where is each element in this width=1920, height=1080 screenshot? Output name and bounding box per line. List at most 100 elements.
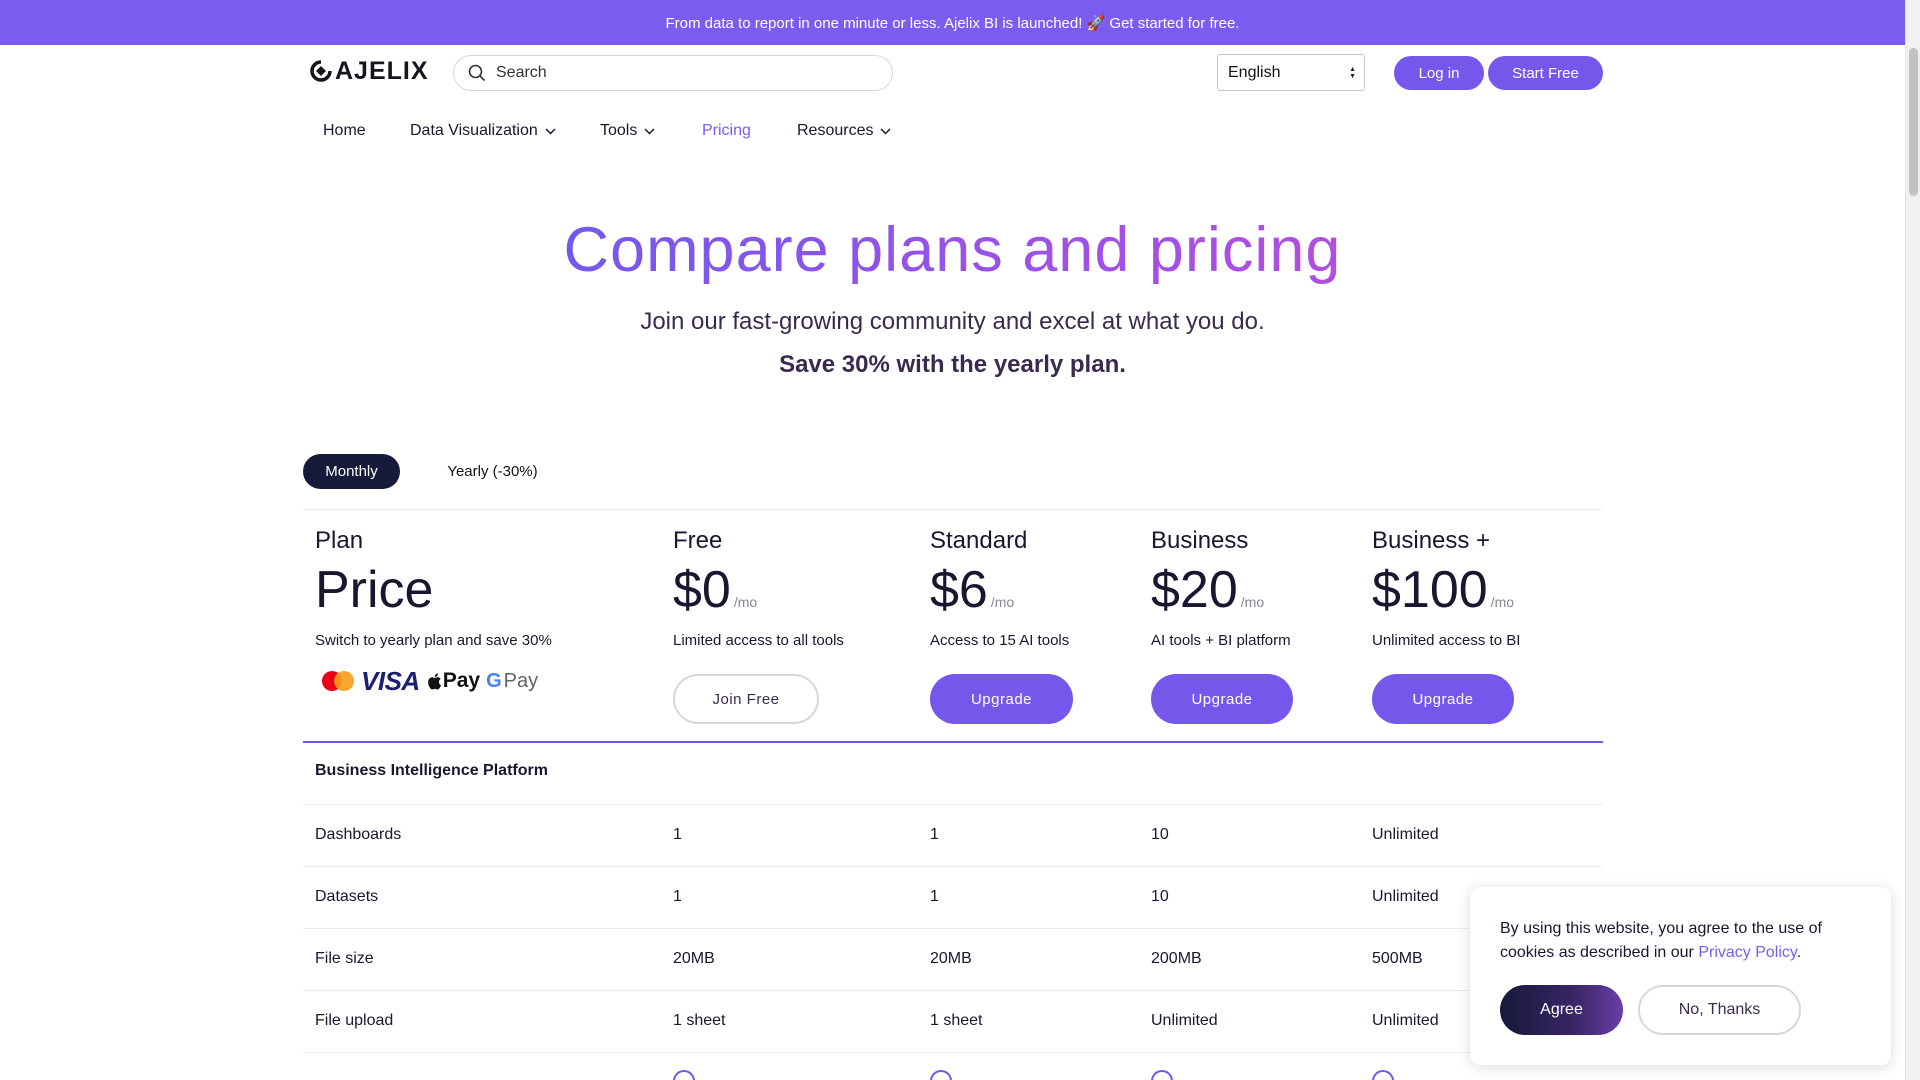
nav-home-label: Home	[323, 122, 366, 139]
language-select[interactable]: English ▲ ▼	[1217, 54, 1365, 91]
upgrade-business-plus-button[interactable]: Upgrade	[1372, 674, 1514, 724]
feature-value-business: 10	[1151, 826, 1169, 843]
google-g-icon: G	[486, 669, 502, 692]
search-input[interactable]	[496, 64, 876, 82]
price-value: $0	[673, 561, 731, 619]
feature-value-business-plus: Unlimited	[1372, 826, 1439, 843]
feature-value-free: 1	[673, 826, 682, 843]
cookie-consent-banner: By using this website, you agree to the …	[1470, 887, 1891, 1065]
row-divider	[303, 1052, 1603, 1053]
plan-standard: Standard $6 /mo Access to 15 AI tools Up…	[930, 526, 1130, 724]
row-divider	[303, 928, 1603, 929]
feature-value-business-plus: Unlimited	[1372, 888, 1439, 905]
nav-home[interactable]: Home	[323, 118, 366, 144]
apple-pay-icon: Pay	[426, 669, 480, 693]
plan-business-plus: Business + $100 /mo Unlimited access to …	[1372, 526, 1572, 724]
nav-data-visualization[interactable]: Data Visualization	[410, 118, 556, 144]
feature-value-standard: 20MB	[930, 950, 972, 967]
price-unit: /mo	[990, 594, 1015, 610]
plan-description: Limited access to all tools	[673, 632, 844, 649]
plan-price: $20 /mo	[1151, 562, 1351, 618]
plan-price: $0 /mo	[673, 562, 873, 618]
page-title: Compare plans and pricing	[0, 212, 1905, 288]
login-button[interactable]: Log in	[1394, 56, 1484, 90]
language-value: English	[1228, 63, 1281, 81]
feature-value-business-plus: Unlimited	[1372, 1012, 1439, 1029]
feature-label: File upload	[315, 1012, 394, 1029]
feature-section-title: Business Intelligence Platform	[315, 762, 548, 779]
start-free-button[interactable]: Start Free	[1488, 56, 1603, 90]
ajelix-logo-icon	[310, 60, 332, 82]
feature-value-business: Unlimited	[1151, 1012, 1218, 1029]
plan-price: $100 /mo	[1372, 562, 1572, 618]
privacy-policy-link[interactable]: Privacy Policy	[1698, 944, 1796, 961]
announcement-bar[interactable]: From data to report in one minute or les…	[0, 0, 1905, 45]
feature-value-standard: 1 sheet	[930, 1012, 983, 1029]
search-icon	[468, 64, 486, 82]
join-free-button[interactable]: Join Free	[673, 674, 819, 724]
feature-value-free: 1	[673, 888, 682, 905]
row-divider	[303, 804, 1603, 805]
ajelix-logo[interactable]: AJELIX	[310, 57, 429, 85]
plans-divider-top	[303, 509, 1603, 510]
nav-pricing[interactable]: Pricing	[702, 118, 751, 144]
feature-value-free: 20MB	[673, 950, 715, 967]
billing-monthly-toggle[interactable]: Monthly	[303, 454, 400, 489]
scrollbar-thumb[interactable]	[1909, 48, 1918, 196]
chevron-down-icon	[880, 127, 892, 135]
plan-name: Standard	[930, 527, 1028, 554]
apple-logo-icon	[427, 672, 441, 689]
price-value: $20	[1151, 561, 1238, 619]
yearly-switch-note: Switch to yearly plan and save 30%	[315, 632, 552, 649]
cookie-agree-button[interactable]: Agree	[1500, 985, 1623, 1035]
cookie-message: By using this website, you agree to the …	[1500, 917, 1870, 965]
price-value: $100	[1372, 561, 1488, 619]
table-row: Dashboards 1 1 10 Unlimited	[0, 822, 1905, 848]
feature-value-business: 10	[1151, 888, 1169, 905]
nav-tools-label: Tools	[600, 122, 638, 139]
check-circle-icon	[930, 1070, 952, 1080]
check-circle-icon	[1151, 1070, 1173, 1080]
cookie-decline-button[interactable]: No, Thanks	[1638, 985, 1801, 1035]
feature-value-free: 1 sheet	[673, 1012, 726, 1029]
payment-methods: VISA Pay G Pay	[315, 665, 615, 696]
feature-value-standard: 1	[930, 826, 939, 843]
nav-resources[interactable]: Resources	[797, 118, 892, 144]
plan-free: Free $0 /mo Limited access to all tools …	[673, 526, 873, 724]
page-title-text: Compare plans and pricing	[563, 215, 1342, 285]
price-label: Price	[315, 561, 434, 619]
page-scrollbar[interactable]	[1905, 0, 1920, 1080]
check-circle-icon	[1372, 1070, 1394, 1080]
visa-icon: VISA	[361, 665, 420, 696]
apple-pay-text: Pay	[442, 669, 481, 692]
feature-label: Datasets	[315, 888, 379, 905]
feature-label: File size	[315, 950, 374, 967]
plan-name: Business +	[1372, 527, 1491, 554]
plan-description: Access to 15 AI tools	[930, 632, 1070, 649]
cookie-text-suffix: .	[1796, 944, 1802, 961]
plan-business: Business $20 /mo AI tools + BI platform …	[1151, 526, 1351, 724]
nav-pricing-label: Pricing	[702, 122, 751, 139]
page-subtitle: Join our fast-growing community and exce…	[640, 308, 1265, 335]
nav-tools[interactable]: Tools	[600, 118, 655, 144]
plan-description: AI tools + BI platform	[1151, 632, 1291, 649]
chevron-down-icon	[545, 127, 556, 135]
price-unit: /mo	[733, 594, 758, 610]
upgrade-standard-button[interactable]: Upgrade	[930, 674, 1073, 724]
plan-label-column: Plan Price Switch to yearly plan and sav…	[315, 526, 615, 696]
feature-label: Dashboards	[315, 826, 402, 843]
chevron-down-icon	[644, 127, 655, 135]
price-value: $6	[930, 561, 988, 619]
plan-name: Business	[1151, 527, 1249, 554]
check-circle-icon	[673, 1070, 695, 1080]
plan-price: $6 /mo	[930, 562, 1130, 618]
announcement-text[interactable]: From data to report in one minute or les…	[666, 14, 1240, 32]
feature-value-business: 200MB	[1151, 950, 1202, 967]
yearly-savings-note: Save 30% with the yearly plan.	[779, 351, 1126, 378]
google-pay-text: Pay	[503, 669, 539, 692]
mastercard-icon	[322, 671, 354, 691]
upgrade-business-button[interactable]: Upgrade	[1151, 674, 1293, 724]
billing-yearly-toggle[interactable]: Yearly (-30%)	[430, 454, 555, 489]
feature-value-standard: 1	[930, 888, 939, 905]
search-box[interactable]	[453, 55, 893, 91]
